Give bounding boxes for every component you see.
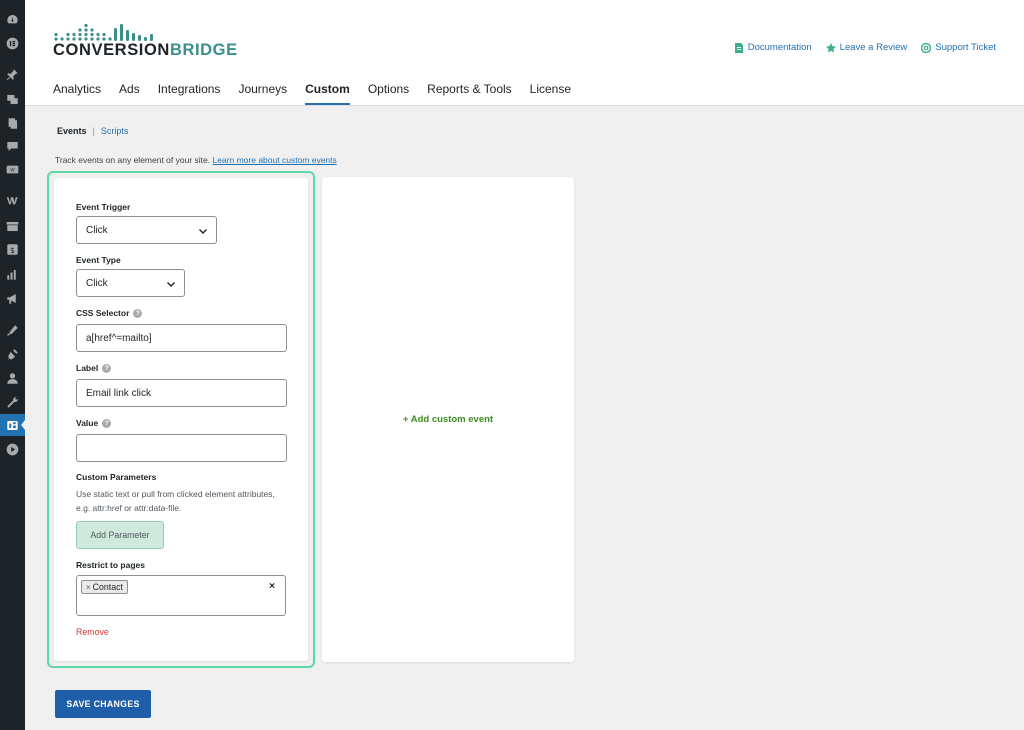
label-input[interactable] [76,379,287,407]
tab-journeys[interactable]: Journeys [238,82,287,104]
archive-icon[interactable] [6,220,19,233]
sub-navigation: Events | Scripts [57,126,128,136]
event-trigger-label: Event Trigger [76,202,130,212]
plugin-header: CONVERSIONBRIDGE Documentation Leave a R… [25,0,1024,106]
tab-ads[interactable]: Ads [119,82,140,104]
admin-sidebar: W $ [0,0,25,730]
dashboard-icon[interactable] [6,13,19,26]
lifebuoy-icon [921,42,932,53]
w-icon[interactable] [6,194,19,207]
tab-options[interactable]: Options [368,82,409,104]
logo-bars-icon [54,23,153,41]
comments-icon[interactable] [6,140,19,153]
elementor-icon[interactable] [6,37,19,50]
tab-reports-tools[interactable]: Reports & Tools [427,82,512,104]
intro-description: Track events on any element of your site… [55,155,211,165]
event-type-label-text: Event Type [76,255,121,265]
event-type-label: Event Type [76,255,121,265]
appearance-icon[interactable] [6,324,19,337]
plugins-icon[interactable] [6,348,19,361]
leave-review-link[interactable]: Leave a Review [825,42,908,53]
custom-parameters-label: Custom Parameters [76,472,156,482]
label-field-label: Label ? [76,363,112,373]
play-icon[interactable] [6,443,19,456]
tools-icon[interactable] [6,396,19,409]
value-field-label: Value ? [76,418,112,428]
custom-event-card: Event Trigger Click Event Type Click CSS… [54,178,308,661]
woocommerce-icon[interactable]: W [6,163,19,176]
documentation-link[interactable]: Documentation [734,42,812,53]
subnav-separator: | [92,126,95,136]
header-links: Documentation Leave a Review Support Tic… [734,42,996,53]
pin-icon[interactable] [6,68,19,81]
chip-remove-icon[interactable]: × [86,583,91,592]
media-icon[interactable] [6,93,19,106]
custom-parameters-help: Use static text or pull from clicked ele… [76,489,275,513]
tab-analytics[interactable]: Analytics [53,82,101,104]
event-type-value: Click [86,277,108,289]
leave-review-label: Leave a Review [839,42,908,53]
page-chip: × Contact [81,580,128,594]
css-selector-input[interactable] [76,324,287,352]
tab-custom[interactable]: Custom [305,82,350,105]
star-icon [825,42,836,52]
subnav-scripts[interactable]: Scripts [101,126,129,136]
help-icon[interactable]: ? [102,418,112,428]
add-parameter-button[interactable]: Add Parameter [76,521,164,549]
css-selector-label-text: CSS Selector [76,308,130,318]
intro-text: Track events on any element of your site… [55,155,337,165]
tab-license[interactable]: License [530,82,571,104]
help-icon[interactable]: ? [133,308,143,318]
main-tabs: Analytics Ads Integrations Journeys Cust… [53,82,571,105]
analytics-icon[interactable] [6,268,19,281]
value-field-label-text: Value [76,418,99,428]
logo-wordmark: CONVERSIONBRIDGE [53,41,238,60]
restrict-pages-label-text: Restrict to pages [76,560,145,570]
remove-event-link[interactable]: Remove [76,627,109,637]
custom-parameters-label-text: Custom Parameters [76,472,157,482]
learn-more-link[interactable]: Learn more about custom events [213,155,337,165]
add-custom-event-button[interactable]: + Add custom event [322,414,574,425]
documentation-label: Documentation [747,42,812,53]
restrict-pages-select[interactable]: × Contact × [76,575,286,616]
tab-integrations[interactable]: Integrations [158,82,221,104]
logo-text-main: CONVERSION [53,41,170,59]
svg-text:$: $ [10,246,15,255]
pages-icon[interactable] [6,117,19,130]
document-icon [734,42,743,53]
logo-text-accent: BRIDGE [169,41,238,59]
chevron-down-icon [199,229,207,234]
save-changes-button[interactable]: SAVE CHANGES [55,690,151,718]
subnav-events[interactable]: Events [57,126,87,136]
svg-text:W: W [10,167,15,173]
users-icon[interactable] [6,372,19,385]
help-icon[interactable]: ? [102,363,112,373]
megaphone-icon[interactable] [6,292,19,305]
add-event-card[interactable]: + Add custom event [322,177,574,662]
sidebar-active-arrow [21,420,25,430]
support-ticket-label: Support Ticket [935,42,996,53]
value-input[interactable] [76,434,287,462]
event-trigger-select[interactable]: Click [76,216,217,244]
label-field-label-text: Label [76,363,99,373]
restrict-pages-label: Restrict to pages [76,560,145,570]
conversionbridge-logo[interactable]: CONVERSIONBRIDGE [53,20,237,60]
event-type-select[interactable]: Click [76,269,185,297]
conversion-bridge-icon[interactable] [6,419,19,432]
dollar-icon[interactable]: $ [6,243,19,256]
support-ticket-link[interactable]: Support Ticket [921,42,996,53]
clear-all-icon[interactable]: × [269,581,275,592]
event-trigger-label-text: Event Trigger [76,202,131,212]
chevron-down-icon [167,282,175,287]
css-selector-label: CSS Selector ? [76,308,143,318]
page-chip-label: Contact [92,582,123,592]
event-trigger-value: Click [86,224,108,236]
